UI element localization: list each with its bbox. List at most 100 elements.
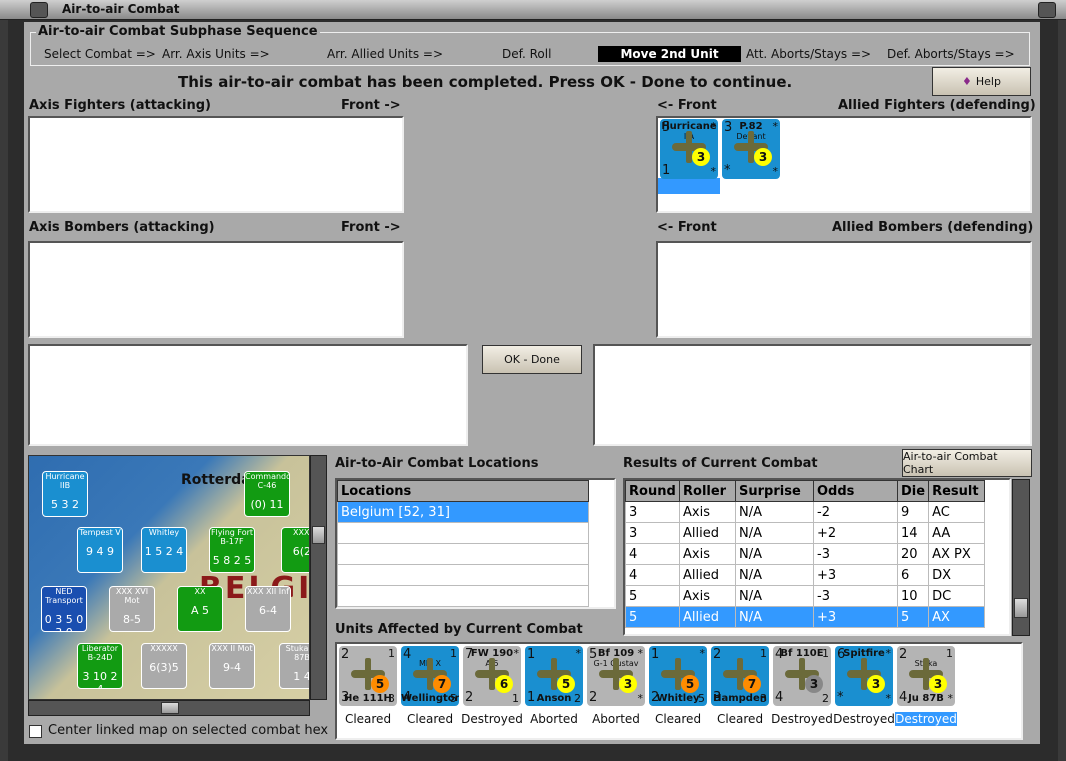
counter-bn: He 111H xyxy=(344,693,392,704)
map-counter-values: 1 5 2 4 xyxy=(144,545,184,558)
unit-status: Cleared xyxy=(716,712,764,726)
column-header: Roller xyxy=(679,480,736,502)
axis-fighters-front: Front -> xyxy=(341,98,401,113)
table-row[interactable]: 3 Allied N/A +2 14 AA xyxy=(625,522,986,544)
help-button[interactable]: ♦ Help xyxy=(932,67,1031,96)
table-cell: AX PX xyxy=(928,543,986,565)
map-counter-title: Stuka Ju 87B xyxy=(285,644,310,662)
map-counter-values: 3 10 2 4 xyxy=(82,670,118,688)
unit-counter[interactable]: 2 1 3 3 Hampden 7 xyxy=(711,646,769,706)
axis-fighters-label: Axis Fighters (attacking) xyxy=(29,98,211,113)
map-counter-title: XXXXX xyxy=(150,644,178,653)
close-button[interactable] xyxy=(1038,2,1056,18)
location-cell[interactable]: Belgium [52, 31] xyxy=(337,501,589,523)
allied-info-box xyxy=(593,344,1032,446)
table-cell: 3 xyxy=(625,522,680,544)
table-cell: DC xyxy=(928,585,986,607)
map-counter[interactable]: NED Transport 0 3 5 0 3 0 xyxy=(41,586,87,632)
locations-header: Locations xyxy=(337,480,589,502)
unit-counter[interactable]: 6*SpitfireII**3 xyxy=(835,646,893,706)
counter-br: 2 xyxy=(822,692,829,705)
map-counter-title: XXX XII Inf xyxy=(247,587,289,596)
table-row[interactable]: 5 Allied N/A +3 5 AX xyxy=(625,606,986,628)
counter-tr: * xyxy=(575,647,582,660)
map-counter[interactable]: XXX II Mot 9-4 xyxy=(209,643,255,689)
counter-bn: Hampden xyxy=(713,693,767,704)
counter-bl: * xyxy=(837,690,844,705)
table-cell: N/A xyxy=(735,585,814,607)
axis-fighters-box[interactable] xyxy=(28,116,404,213)
table-cell: N/A xyxy=(735,501,814,523)
combat-chart-button[interactable]: Air-to-air Combat Chart xyxy=(902,449,1032,477)
unit-counter[interactable]: 3*P.82Defiant**3 xyxy=(722,119,780,179)
location-row[interactable]: Belgium [52, 31] xyxy=(337,501,589,523)
unit-counter[interactable]: 5*HurricaneIIA1*3 xyxy=(660,119,718,179)
map-counter[interactable]: XXXXX 6(3)5 xyxy=(141,643,187,689)
counter-badge: 3 xyxy=(929,675,947,693)
map-counter[interactable]: Tempest V 9 4 9 xyxy=(77,527,123,573)
map-counter-title: Tempest V xyxy=(79,528,121,537)
unit-counter[interactable]: 7*FW 190A-5216 xyxy=(463,646,521,706)
table-cell: 3 xyxy=(625,501,680,523)
unit-counter[interactable]: 1 * 1 2 Anson 5 xyxy=(525,646,583,706)
ok-done-button[interactable]: OK - Done xyxy=(482,345,582,374)
table-cell: 5 xyxy=(625,585,680,607)
unit-counter[interactable]: 4 1 Bf 110E 4 2 3 xyxy=(773,646,831,706)
table-row[interactable]: 4 Allied N/A +3 6 DX xyxy=(625,564,986,586)
center-map-checkbox[interactable] xyxy=(29,725,42,738)
map-vscroll-thumb[interactable] xyxy=(312,526,325,544)
minimize-button[interactable] xyxy=(30,2,48,18)
counter-badge: 3 xyxy=(867,675,885,693)
table-cell: 9 xyxy=(896,501,930,523)
map-vertical-scrollbar[interactable] xyxy=(310,455,327,700)
map-counter[interactable]: Liberator B-24D 3 10 2 4 xyxy=(77,643,123,689)
results-table-container: Round Roller Surprise Odds Die Result 3 Axis N/A… xyxy=(623,478,1011,636)
map-counter[interactable]: XXXX 6(2) xyxy=(281,527,309,573)
unit-status: Aborted xyxy=(530,712,578,726)
table-row[interactable]: 5 Axis N/A -3 10 DC xyxy=(625,585,986,607)
results-title: Results of Current Combat xyxy=(623,456,818,471)
allied-bombers-box[interactable] xyxy=(656,241,1032,338)
map-hscroll-thumb[interactable] xyxy=(161,702,179,714)
unit-counter[interactable]: 2 1 3 3 He 111H 5 xyxy=(339,646,397,706)
sequence-step: Select Combat => xyxy=(44,47,156,61)
map-counter[interactable]: Commando C-46 (0) 11 xyxy=(244,471,290,517)
counter-bl: 2 xyxy=(589,690,598,705)
map-counter-title: NED Transport xyxy=(45,587,83,605)
map-counter[interactable]: XXX XII Inf 6-4 xyxy=(245,586,291,632)
unit-status: Destroyed xyxy=(771,712,833,726)
map-counter-values: 6-4 xyxy=(259,604,277,617)
table-row[interactable]: 4 Axis N/A -3 20 AX PX xyxy=(625,543,986,565)
column-header: Round xyxy=(625,480,680,502)
table-cell: 20 xyxy=(896,543,930,565)
table-row[interactable]: 3 Axis N/A -2 9 AC xyxy=(625,501,986,523)
map-counter[interactable]: Whitley 1 5 2 4 xyxy=(141,527,187,573)
counter-badge: 3 xyxy=(692,148,710,166)
counter-tl: 1 xyxy=(527,647,536,662)
unit-status: Destroyed xyxy=(895,712,957,726)
results-scroll-thumb[interactable] xyxy=(1014,598,1028,618)
unit-counter[interactable]: 41Mk. X45Wellington7 xyxy=(401,646,459,706)
counter-badge: 7 xyxy=(433,675,451,693)
map-counter[interactable]: XX A 5 xyxy=(177,586,223,632)
counter-badge: 3 xyxy=(754,148,772,166)
counter-badge: 5 xyxy=(557,675,575,693)
table-cell: +3 xyxy=(813,564,898,586)
unit-counter[interactable]: 1 * 2 5 Whitley 5 xyxy=(649,646,707,706)
unit-counter[interactable]: 5 * Bf 109 G-1 Gustav 2 * 3 xyxy=(587,646,645,706)
axis-bombers-box[interactable] xyxy=(28,241,404,338)
map-counter[interactable]: Hurricane IIB 5 3 2 xyxy=(42,471,88,517)
map-counter[interactable]: XXX XVI Mot 8-5 xyxy=(109,586,155,632)
map-counter-values: 6(3)5 xyxy=(149,661,179,674)
mini-map[interactable]: Rotterdam BELGIUM Hurricane IIB5 3 2Temp… xyxy=(28,455,310,700)
counter-bn: Whitley xyxy=(656,693,700,704)
counter-bl: 4 xyxy=(775,690,784,705)
results-scrollbar[interactable] xyxy=(1012,479,1030,636)
unit-status: Aborted xyxy=(592,712,640,726)
map-horizontal-scrollbar[interactable] xyxy=(28,700,310,716)
locations-list[interactable]: Locations Belgium [52, 31] xyxy=(335,478,616,609)
map-counter[interactable]: Stuka Ju 87B 1 4 xyxy=(279,643,310,689)
unit-counter[interactable]: 21Stuka4*Ju 87B3 xyxy=(897,646,955,706)
map-counter[interactable]: Flying Fort B-17F 5 8 2 5 xyxy=(209,527,255,573)
counter-tl: 2 xyxy=(713,647,722,662)
